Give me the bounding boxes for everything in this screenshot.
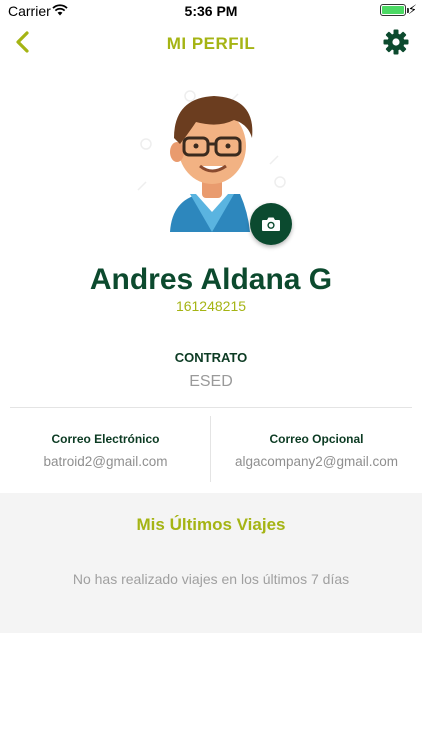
primary-email-section: Correo Electrónico batroid2@gmail.com	[0, 432, 211, 469]
page-title: MI PERFIL	[166, 34, 256, 53]
optional-email-label: Correo Opcional	[269, 432, 364, 446]
status-bar: Carrier 5:36 PM ⚡	[0, 0, 422, 22]
battery-icon	[380, 4, 406, 16]
profile-name: Andres Aldana G	[89, 263, 333, 296]
profile-id: 161248215	[175, 298, 247, 314]
primary-email-label: Correo Electrónico	[51, 432, 160, 446]
optional-email-value: algacompany2@gmail.com	[234, 454, 399, 469]
primary-email-value: batroid2@gmail.com	[43, 454, 168, 469]
camera-icon	[262, 217, 280, 231]
section-divider	[10, 407, 412, 408]
charging-icon: ⚡	[407, 2, 417, 17]
recent-trips-section: Mis Últimos Viajes No has realizado viaj…	[0, 493, 422, 633]
status-time: 5:36 PM	[184, 3, 238, 19]
settings-button[interactable]	[382, 28, 410, 56]
nav-bar: MI PERFIL	[0, 22, 422, 64]
contract-label: CONTRATO	[174, 350, 248, 365]
change-photo-button[interactable]	[250, 203, 292, 245]
recent-trips-title: Mis Últimos Viajes	[136, 515, 286, 534]
contract-value: ESED	[189, 373, 233, 390]
optional-email-section: Correo Opcional algacompany2@gmail.com	[211, 432, 422, 469]
recent-trips-empty-message: No has realizado viajes en los últimos 7…	[72, 571, 350, 587]
gear-icon	[383, 29, 409, 55]
